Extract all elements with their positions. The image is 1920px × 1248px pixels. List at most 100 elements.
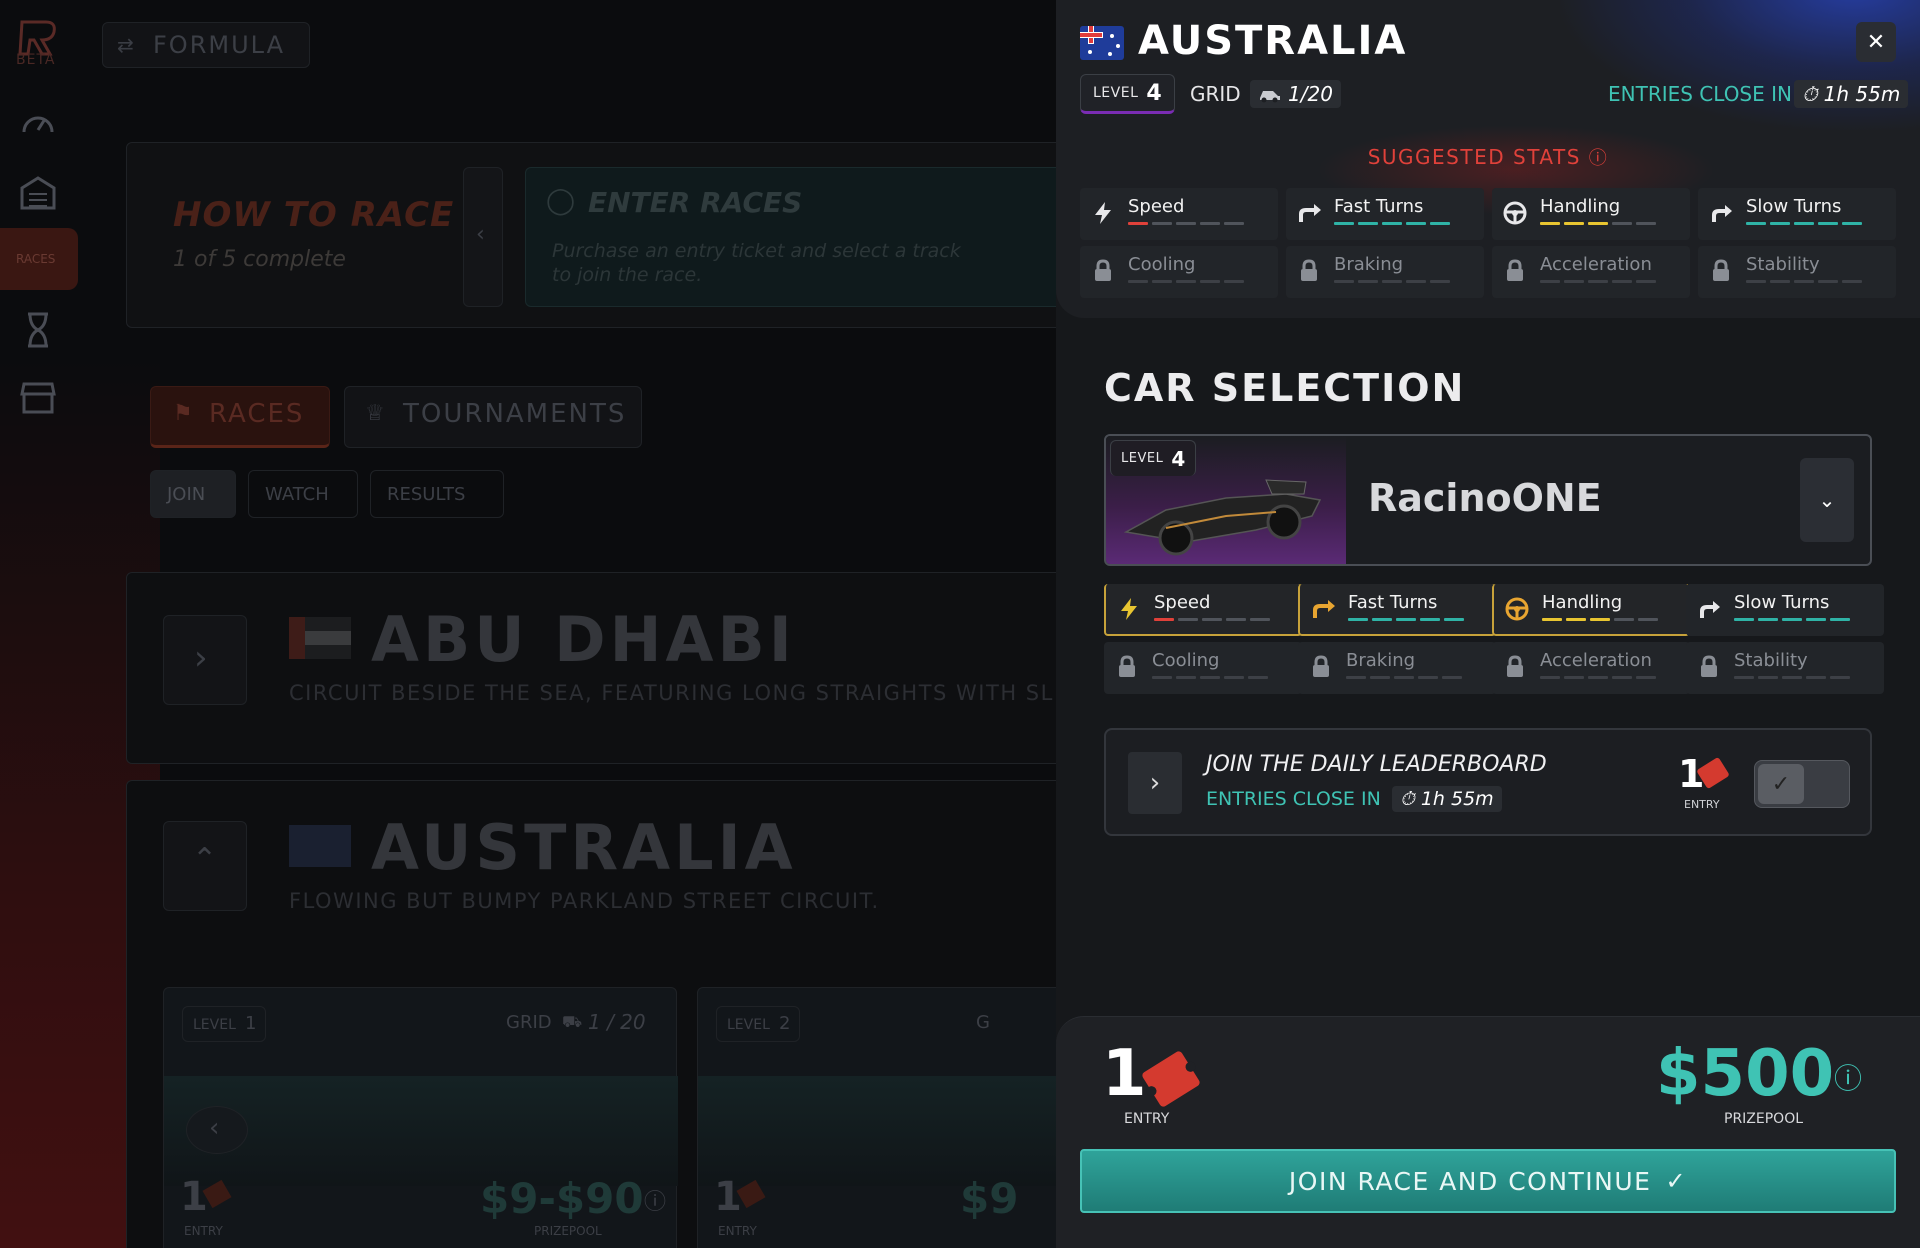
stat-braking: Braking bbox=[1286, 246, 1484, 298]
stat-bar-segment bbox=[1590, 618, 1610, 621]
stat-name: Speed bbox=[1154, 592, 1211, 613]
stat-bar-segment bbox=[1152, 676, 1172, 679]
fast-turn-icon bbox=[1296, 200, 1322, 226]
formula-switch[interactable]: ⇄ FORMULA bbox=[102, 22, 310, 68]
stat-bar bbox=[1348, 618, 1464, 621]
stat-bar bbox=[1734, 676, 1850, 679]
app-logo[interactable]: BETA bbox=[16, 18, 62, 68]
carousel-prev-button[interactable]: ‹ bbox=[186, 1106, 248, 1154]
car-dropdown-button[interactable]: ⌄ bbox=[1800, 458, 1854, 542]
toggle-knob: ✓ bbox=[1758, 764, 1804, 804]
stat-bar-segment bbox=[1818, 280, 1838, 283]
subtab-results[interactable]: RESULTS bbox=[370, 470, 504, 518]
collapse-button[interactable]: ⌃ bbox=[163, 821, 247, 911]
stat-bar-segment bbox=[1770, 280, 1790, 283]
stat-bar-segment bbox=[1636, 676, 1656, 679]
info-icon: ⓘ bbox=[1588, 148, 1609, 169]
grid-value: 1 / 20 bbox=[588, 1010, 646, 1034]
lock-icon bbox=[1090, 258, 1116, 284]
leaderboard-time: 1h 55m bbox=[1420, 788, 1494, 810]
sidebar-item-label: RACES bbox=[16, 252, 56, 266]
info-icon[interactable]: ⓘ bbox=[1834, 1057, 1862, 1097]
beta-label: BETA bbox=[16, 52, 56, 68]
stat-slow-turns: Slow Turns bbox=[1686, 584, 1884, 636]
stat-name: Cooling bbox=[1128, 254, 1196, 275]
entry-count: 1 bbox=[1102, 1037, 1147, 1111]
leaderboard-expand-button[interactable]: › bbox=[1128, 752, 1182, 814]
stat-braking: Braking bbox=[1298, 642, 1496, 694]
stopwatch-icon: ⏱ bbox=[1802, 82, 1818, 106]
subtab-join[interactable]: JOIN bbox=[150, 470, 236, 518]
stat-bar-segment bbox=[1638, 618, 1658, 621]
store-icon[interactable] bbox=[18, 378, 58, 418]
stat-bar-segment bbox=[1202, 618, 1222, 621]
subtab-label: RESULTS bbox=[387, 484, 466, 505]
level-value: 4 bbox=[1171, 446, 1186, 471]
entries-close-label: ENTRIES CLOSE IN bbox=[1608, 82, 1792, 106]
panel-footer: 1 ENTRY $500 ⓘ PRIZEPOOL JOIN RACE AND C… bbox=[1056, 1016, 1920, 1248]
suggested-stats-heading: SUGGESTED STATS ⓘ bbox=[1056, 144, 1920, 170]
entry-label: ENTRY bbox=[1124, 1111, 1170, 1127]
stat-bar-segment bbox=[1348, 618, 1368, 621]
entry-count: 1 bbox=[714, 1174, 742, 1220]
stat-stability: Stability bbox=[1698, 246, 1896, 298]
leaderboard-toggle[interactable]: ✓ bbox=[1754, 760, 1850, 808]
car-selector[interactable]: LEVEL 4 RacinoONE ⌄ bbox=[1104, 434, 1872, 566]
stat-bar-segment bbox=[1346, 676, 1366, 679]
prize-value: $9 bbox=[960, 1174, 1019, 1223]
stat-bar-segment bbox=[1152, 222, 1172, 225]
chevron-right-icon: › bbox=[194, 638, 208, 678]
stat-name: Fast Turns bbox=[1334, 196, 1424, 217]
tab-tournaments[interactable]: ♕ TOURNAMENTS bbox=[344, 386, 642, 448]
close-button[interactable]: ✕ bbox=[1856, 22, 1896, 62]
stat-bar bbox=[1540, 222, 1656, 225]
sidebar-item-races[interactable]: RACES bbox=[0, 228, 78, 290]
garage-icon[interactable] bbox=[18, 172, 58, 212]
page-title: AUSTRALIA bbox=[1138, 18, 1408, 64]
stat-bar-segment bbox=[1540, 280, 1560, 283]
stat-bar-segment bbox=[1842, 280, 1862, 283]
stat-bar-segment bbox=[1334, 280, 1354, 283]
stat-bar-segment bbox=[1382, 280, 1402, 283]
stat-bar-segment bbox=[1430, 280, 1450, 283]
level-label: LEVEL bbox=[193, 1017, 236, 1033]
lock-icon bbox=[1308, 654, 1334, 680]
uae-flag-icon bbox=[289, 617, 351, 659]
stat-cooling: Cooling bbox=[1080, 246, 1278, 298]
stat-bar-segment bbox=[1382, 222, 1402, 225]
stat-bar-segment bbox=[1540, 222, 1560, 225]
formula-label: FORMULA bbox=[153, 31, 285, 59]
stat-bar-segment bbox=[1746, 280, 1766, 283]
track-row-abu-dhabi[interactable]: › ABU DHABI CIRCUIT BESIDE THE SEA, FEAT… bbox=[126, 572, 1086, 764]
stat-bar-segment bbox=[1224, 676, 1244, 679]
stat-bar bbox=[1334, 280, 1450, 283]
stat-bar-segment bbox=[1370, 676, 1390, 679]
steering-wheel-icon bbox=[1504, 596, 1530, 622]
expand-button[interactable]: › bbox=[163, 615, 247, 705]
stat-bar bbox=[1746, 280, 1862, 283]
tab-races[interactable]: ⚑ RACES bbox=[150, 386, 330, 448]
stat-bar-segment bbox=[1200, 676, 1220, 679]
subtab-watch[interactable]: WATCH bbox=[248, 470, 358, 518]
track-name: AUSTRALIA bbox=[371, 811, 797, 884]
stat-name: Acceleration bbox=[1540, 650, 1652, 671]
join-race-button[interactable]: JOIN RACE AND CONTINUE ✓ bbox=[1080, 1149, 1896, 1213]
tab-label: TOURNAMENTS bbox=[403, 399, 627, 429]
header-glow bbox=[1560, 0, 1920, 130]
track-row-australia[interactable]: ⌃ AUSTRALIA FLOWING BUT BUMPY PARKLAND S… bbox=[126, 780, 1098, 1248]
level-label: LEVEL bbox=[1121, 451, 1164, 466]
stat-cooling: Cooling bbox=[1104, 642, 1302, 694]
car-name: RacinoONE bbox=[1368, 476, 1602, 520]
level-value: 4 bbox=[1146, 80, 1162, 106]
race-card[interactable]: LEVEL 1 GRID ⛟ 1 / 20 ‹ 1 ENTRY $9-$90 ⓘ… bbox=[163, 987, 678, 1248]
check-icon: ✓ bbox=[1665, 1167, 1688, 1195]
hourglass-icon[interactable] bbox=[18, 310, 58, 350]
stat-bar-segment bbox=[1128, 280, 1148, 283]
dashboard-gauge-icon[interactable] bbox=[18, 104, 58, 144]
race-card[interactable]: LEVEL 2 G 1 ENTRY $9 bbox=[697, 987, 1098, 1248]
stat-bar-segment bbox=[1588, 222, 1608, 225]
how-to-race-prev[interactable]: ‹ bbox=[463, 167, 503, 307]
stat-slow-turns: Slow Turns bbox=[1698, 188, 1896, 240]
stat-bar-segment bbox=[1394, 676, 1414, 679]
check-circle-icon: ◯ bbox=[546, 186, 576, 216]
